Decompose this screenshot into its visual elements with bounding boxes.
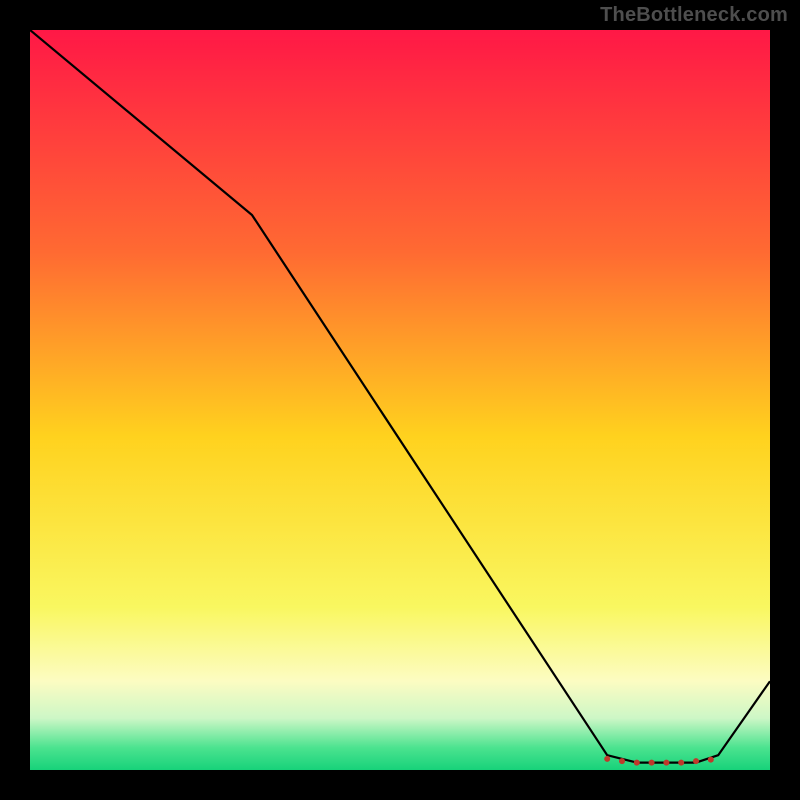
attribution-text: TheBottleneck.com xyxy=(600,4,788,27)
marker-dot xyxy=(604,756,610,762)
marker-dot xyxy=(708,757,714,763)
marker-dot xyxy=(678,760,684,766)
marker-dot xyxy=(619,758,625,764)
marker-dot xyxy=(649,760,655,766)
chart-background xyxy=(30,30,770,770)
marker-dot xyxy=(663,760,669,766)
chart-svg xyxy=(30,30,770,770)
bottleneck-chart xyxy=(30,30,770,770)
marker-dot xyxy=(634,760,640,766)
marker-dot xyxy=(693,758,699,764)
